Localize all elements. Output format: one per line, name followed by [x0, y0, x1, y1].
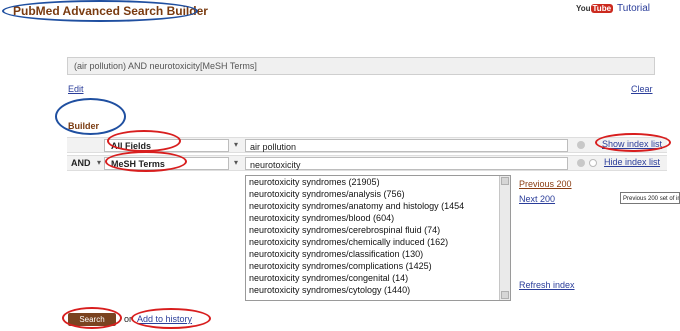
next-200-link[interactable]: Next 200: [519, 194, 555, 204]
list-item[interactable]: neurotoxicity syndromes/cytology (1440): [246, 284, 510, 296]
builder-heading: Builder: [68, 121, 100, 131]
previous-tooltip: Previous 200 set of index: [620, 192, 680, 204]
edit-link[interactable]: Edit: [68, 84, 84, 94]
field-select-row-1[interactable]: All Fields: [104, 139, 229, 152]
list-item[interactable]: neurotoxicity syndromes/congenital (14): [246, 272, 510, 284]
add-row-icon[interactable]: [589, 159, 597, 167]
remove-row-icon[interactable]: [577, 141, 585, 149]
list-item[interactable]: neurotoxicity syndromes (21905): [246, 176, 510, 188]
youtube-icon: You Tube: [576, 4, 614, 13]
search-button[interactable]: Search: [68, 313, 116, 326]
scroll-up-icon[interactable]: [501, 177, 509, 185]
previous-200-link[interactable]: Previous 200: [519, 179, 572, 189]
or-label: or: [124, 314, 133, 324]
term-input-row-2[interactable]: neurotoxicity: [245, 157, 568, 170]
remove-row-icon[interactable]: [577, 159, 585, 167]
show-index-list-link[interactable]: Show index list: [602, 139, 662, 149]
chevron-down-icon: ▾: [234, 158, 239, 167]
list-item[interactable]: neurotoxicity syndromes/blood (604): [246, 212, 510, 224]
list-item[interactable]: neurotoxicity syndromes/anatomy and hist…: [246, 200, 510, 212]
field-select-row-2[interactable]: MeSH Terms: [104, 157, 229, 170]
tutorial-link[interactable]: Tutorial: [617, 3, 650, 14]
hide-index-list-link[interactable]: Hide index list: [604, 157, 660, 167]
clear-link[interactable]: Clear: [631, 84, 653, 94]
scroll-down-icon[interactable]: [501, 291, 509, 299]
query-box: (air pollution) AND neurotoxicity[MeSH T…: [67, 57, 655, 75]
list-item[interactable]: neurotoxicity syndromes/complications (1…: [246, 260, 510, 272]
list-item[interactable]: neurotoxicity syndromes/chemically induc…: [246, 236, 510, 248]
list-item[interactable]: neurotoxicity syndromes/cerebrospinal fl…: [246, 224, 510, 236]
chevron-down-icon: ▾: [234, 140, 239, 149]
list-item[interactable]: neurotoxicity syndromes/analysis (756): [246, 188, 510, 200]
operator-select-row-2[interactable]: AND: [71, 158, 91, 168]
page-title: PubMed Advanced Search Builder: [13, 4, 208, 18]
refresh-index-link[interactable]: Refresh index: [519, 280, 575, 290]
index-list[interactable]: neurotoxicity syndromes (21905) neurotox…: [245, 175, 511, 301]
youtube-tutorial-link[interactable]: You Tube Tutorial: [576, 3, 650, 14]
chevron-down-icon: ▾: [97, 158, 102, 167]
list-scrollbar[interactable]: [499, 176, 510, 300]
term-input-row-1[interactable]: air pollution: [245, 139, 568, 152]
list-item[interactable]: neurotoxicity syndromes/classification (…: [246, 248, 510, 260]
add-to-history-link[interactable]: Add to history: [137, 314, 192, 324]
